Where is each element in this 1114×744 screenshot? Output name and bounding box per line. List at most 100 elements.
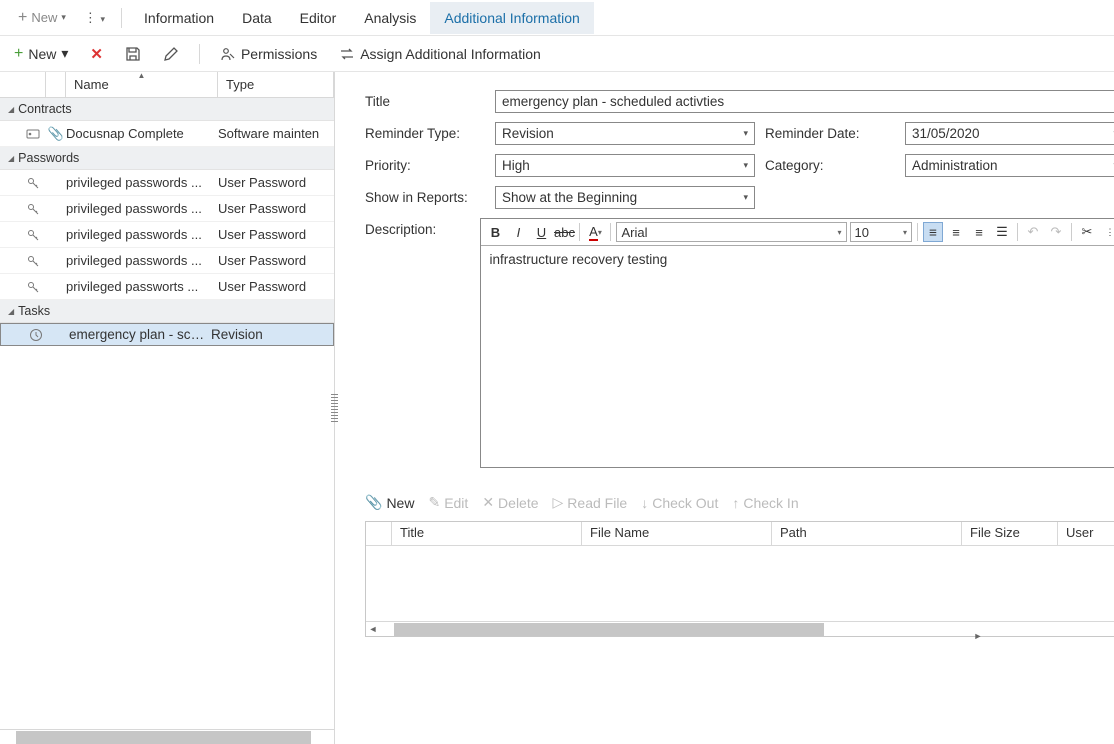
tab-information[interactable]: Information [130, 2, 228, 34]
horizontal-scrollbar[interactable] [0, 729, 334, 744]
category-select[interactable]: Administration▾ [905, 154, 1114, 177]
key-icon [26, 280, 40, 294]
delete-button[interactable]: ✕ [84, 41, 109, 67]
align-center-button[interactable]: ≡ [946, 222, 966, 242]
row-type: User Password [218, 175, 334, 190]
attachment-toolbar: 📎New ✎Edit ✕Delete ▷Read File ↓Check Out… [365, 494, 1114, 511]
row-name: emergency plan - sch... [69, 327, 211, 342]
align-left-button[interactable]: ≡ [923, 222, 943, 242]
group-label: Passwords [18, 151, 79, 165]
new-button[interactable]: + New ▾ [8, 41, 74, 67]
align-right-button[interactable]: ≡ [969, 222, 989, 242]
tab-additional-information[interactable]: Additional Information [430, 2, 593, 34]
caret-down-icon: ▾ [61, 45, 68, 62]
label-reminder-date: Reminder Date: [765, 126, 895, 141]
attachment-delete-button[interactable]: ✕Delete [482, 494, 538, 511]
key-icon [26, 254, 40, 268]
list-item[interactable]: privileged passworts ...User Password [0, 274, 334, 300]
column-name-label: Name [74, 77, 109, 92]
description-editor: B I U abc A ▾ Arial▾ 10▾ ≡ ≡ ≡ ☰ [480, 218, 1114, 468]
toolbar: + New ▾ ✕ Permissions Assign Additional … [0, 36, 1114, 72]
list-item[interactable]: privileged passwords ...User Password [0, 196, 334, 222]
tab-analysis[interactable]: Analysis [350, 2, 430, 34]
label-title: Title [365, 94, 485, 109]
font-size-select[interactable]: 10▾ [850, 222, 912, 242]
tab-editor[interactable]: Editor [286, 2, 351, 34]
left-pane: ▲ Name Type ◢Contracts 📎 Docusnap Comple… [0, 72, 335, 744]
toolbar-overflow-button[interactable]: ⋮ [1100, 222, 1114, 242]
plus-icon: + [14, 45, 23, 63]
redo-button[interactable]: ↷ [1046, 222, 1066, 242]
row-name: privileged passwords ... [66, 201, 218, 216]
tab-data[interactable]: Data [228, 2, 286, 34]
play-icon: ▷ [553, 494, 564, 511]
title-input[interactable]: emergency plan - scheduled activties [495, 90, 1114, 113]
group-passwords[interactable]: ◢Passwords [0, 147, 334, 170]
priority-select[interactable]: High▾ [495, 154, 755, 177]
column-type[interactable]: Type [218, 72, 334, 97]
ribbon-new-button[interactable]: + New ▾ [8, 5, 76, 31]
column-icon[interactable] [46, 72, 66, 97]
title-value: emergency plan - scheduled activties [502, 94, 724, 109]
list-item[interactable]: emergency plan - sch... Revision [0, 323, 334, 346]
attachment-checkout-button[interactable]: ↓Check Out [641, 495, 718, 511]
bullet-list-button[interactable]: ☰ [992, 222, 1012, 242]
assign-button[interactable]: Assign Additional Information [333, 42, 547, 66]
ribbon-more-button[interactable]: ⋮ ▾ [76, 10, 113, 26]
cut-button[interactable]: ✂ [1077, 222, 1097, 242]
row-name: privileged passworts ... [66, 279, 218, 294]
reminder-date-picker[interactable]: 31/05/2020▾ [905, 122, 1114, 145]
clock-icon [29, 328, 43, 342]
group-tasks[interactable]: ◢Tasks [0, 300, 334, 323]
list-item[interactable]: privileged passwords ...User Password [0, 170, 334, 196]
caret-down-icon: ▾ [1109, 160, 1114, 171]
scroll-left-icon: ◄ [366, 624, 380, 634]
attachment-checkin-button[interactable]: ↑Check In [732, 495, 798, 511]
group-contracts[interactable]: ◢Contracts [0, 98, 334, 121]
italic-button[interactable]: I [508, 222, 528, 242]
edit-button[interactable] [157, 42, 185, 66]
font-color-button[interactable]: A ▾ [585, 222, 605, 242]
attachment-read-button[interactable]: ▷Read File [553, 494, 628, 511]
upload-icon: ↑ [732, 495, 739, 511]
label-priority: Priority: [365, 158, 485, 173]
description-textarea[interactable]: infrastructure recovery testing [481, 246, 1114, 467]
key-icon [26, 176, 40, 190]
column-expander[interactable] [0, 72, 46, 97]
caret-down-icon: ▾ [739, 160, 748, 171]
row-type: Software mainten [218, 126, 334, 141]
attachment-col-path[interactable]: Path [772, 522, 962, 545]
clip-icon: 📎 [46, 126, 66, 142]
column-name[interactable]: ▲ Name [66, 72, 218, 97]
key-icon [26, 202, 40, 216]
strike-button[interactable]: abc [554, 222, 574, 242]
reminder-type-select[interactable]: Revision▾ [495, 122, 755, 145]
splitter-grip[interactable] [331, 392, 338, 422]
permissions-button[interactable]: Permissions [214, 42, 323, 66]
undo-button[interactable]: ↶ [1023, 222, 1043, 242]
show-in-reports-select[interactable]: Show at the Beginning▾ [495, 186, 755, 209]
row-type: User Password [218, 279, 334, 294]
horizontal-scrollbar[interactable]: ◄ ► [366, 621, 1114, 636]
pencil-icon [163, 46, 179, 62]
attachment-col-icon[interactable] [366, 522, 392, 545]
attachment-col-filename[interactable]: File Name [582, 522, 772, 545]
list-item[interactable]: privileged passwords ...User Password [0, 222, 334, 248]
bold-button[interactable]: B [485, 222, 505, 242]
attachment-col-user[interactable]: User [1058, 522, 1114, 545]
ribbon: + New ▾ ⋮ ▾ Information Data Editor Anal… [0, 0, 1114, 36]
save-button[interactable] [119, 42, 147, 66]
row-type: User Password [218, 253, 334, 268]
attachment-col-size[interactable]: File Size [962, 522, 1058, 545]
list-item[interactable]: 📎 Docusnap Complete Software mainten [0, 121, 334, 147]
underline-button[interactable]: U [531, 222, 551, 242]
attachment-new-button[interactable]: 📎New [365, 494, 414, 511]
label-reminder-type: Reminder Type: [365, 126, 485, 141]
list-item[interactable]: privileged passwords ...User Password [0, 248, 334, 274]
font-family-select[interactable]: Arial▾ [616, 222, 846, 242]
attachment-edit-button[interactable]: ✎Edit [428, 494, 468, 511]
collapse-icon: ◢ [8, 105, 14, 114]
permissions-label: Permissions [241, 46, 317, 62]
label-show-in-reports: Show in Reports: [365, 190, 485, 205]
attachment-col-title[interactable]: Title [392, 522, 582, 545]
